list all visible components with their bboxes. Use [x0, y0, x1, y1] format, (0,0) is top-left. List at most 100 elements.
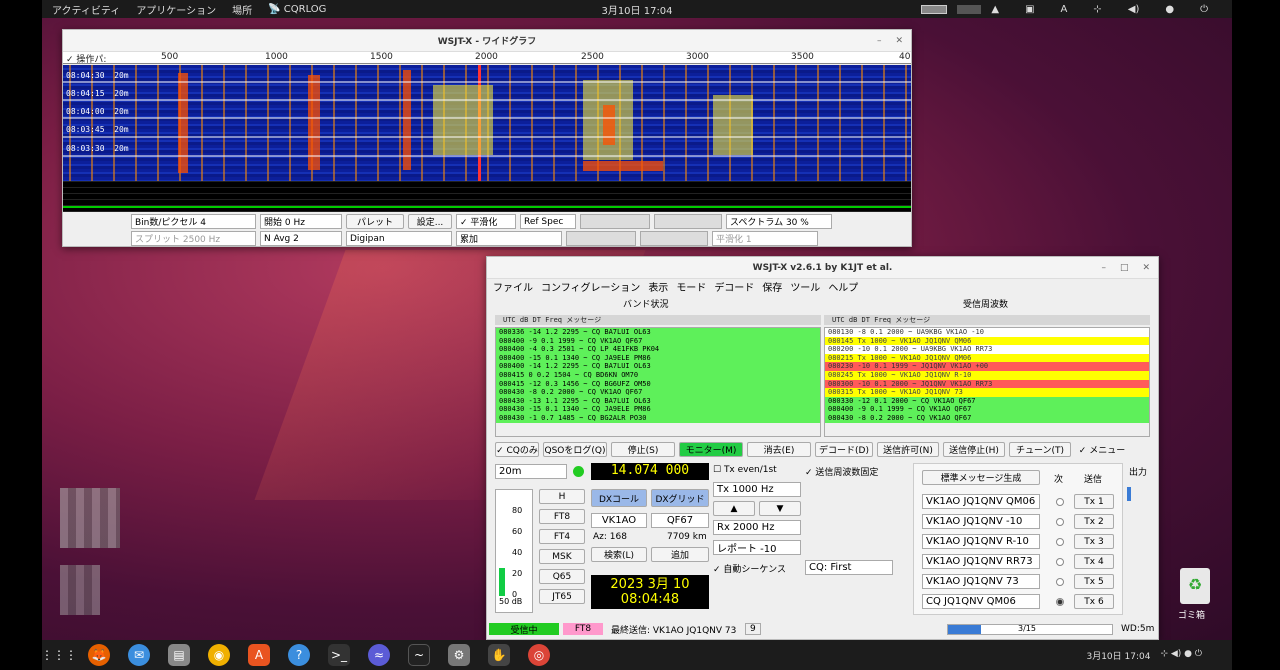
blurred-desktop-icon[interactable]: [60, 565, 100, 615]
files-icon[interactable]: ▤: [168, 644, 190, 666]
bins-per-pixel-spinbox[interactable]: Bin数/ピクセル 4: [131, 214, 256, 229]
erase-button[interactable]: 消去(E): [747, 442, 811, 457]
hold-tx-freq-checkbox[interactable]: ✓ 送信周波数固定: [805, 465, 878, 478]
software-icon[interactable]: A: [248, 644, 270, 666]
stop-button[interactable]: 停止(S): [611, 442, 675, 457]
mode-h-button[interactable]: H: [539, 489, 585, 504]
band-activity-row[interactable]: 080400 -15 0.1 1340 ~ CQ JA9ELE PM86: [496, 353, 820, 363]
smooth-checkbox[interactable]: ✓ 平滑化: [456, 214, 516, 229]
main-titlebar[interactable]: WSJT-X v2.6.1 by K1JT et al. – □ ✕: [487, 257, 1158, 279]
tx-next-radio[interactable]: [1056, 498, 1064, 506]
waterfall-display[interactable]: 08:04:30 20m 08:04:15 20m 08:04:00 20m 0…: [63, 65, 911, 194]
minimize-button[interactable]: –: [1101, 263, 1106, 273]
status-area[interactable]: ▲ ▣ A ⊹ ◀) ● ⏻: [921, 4, 1224, 15]
rhythmbox-icon[interactable]: ◉: [208, 644, 230, 666]
app-grid-icon[interactable]: ⋮⋮⋮: [41, 644, 77, 666]
menu-configuration[interactable]: コンフィグレーション: [541, 279, 640, 294]
tune-button[interactable]: チューン(T): [1009, 442, 1071, 457]
slider-zero[interactable]: [654, 214, 722, 229]
dx-grid-button[interactable]: DXグリッド: [651, 489, 709, 507]
rx-frequency-row[interactable]: 080300 -10 0.1 2000 ~ JQ1QNV VK1AO RR73: [825, 379, 1149, 389]
places-menu[interactable]: 場所: [232, 2, 252, 17]
menu-mode[interactable]: モード: [676, 279, 706, 294]
rx-frequency-row[interactable]: 080130 -8 0.1 2000 ~ UA9KBG VK1AO -10: [825, 328, 1149, 337]
tx-next-radio[interactable]: [1056, 518, 1064, 526]
ref-spec-checkbox[interactable]: Ref Spec: [520, 214, 576, 229]
tx-even-checkbox[interactable]: ☐ Tx even/1st: [713, 465, 777, 475]
help-icon[interactable]: ?: [288, 644, 310, 666]
band-activity-row[interactable]: 080430 -8 0.2 2000 ~ CQ VK1AO QF67: [496, 388, 820, 397]
menu-tools[interactable]: ツール: [790, 279, 820, 294]
cqrlog-app-menu[interactable]: 📡 CQRLOG: [268, 4, 342, 15]
band-activity-row[interactable]: 080400 -14 1.2 2295 ~ CQ BA7LUI OL63: [496, 362, 820, 371]
report-spinbox[interactable]: レポート -10: [713, 540, 801, 555]
tx-message-input[interactable]: VK1AO JQ1QNV QM06: [922, 494, 1040, 509]
editor-icon[interactable]: ≈: [368, 644, 390, 666]
tx-down-arrow-icon[interactable]: ▼: [759, 501, 801, 516]
rx-frequency-row[interactable]: 080200 -10 0.1 2000 ~ UA9KBG VK1AO RR73: [825, 345, 1149, 354]
cq-only-checkbox[interactable]: ✓ CQのみ: [495, 442, 539, 457]
band-activity-row[interactable]: 080430 -15 0.1 1340 ~ CQ JA9ELE PM86: [496, 405, 820, 414]
band-activity-row[interactable]: 080336 -14 1.2 2295 ~ CQ BA7LUI OL63: [496, 328, 820, 337]
thunderbird-icon[interactable]: ✉: [128, 644, 150, 666]
minimize-button[interactable]: –: [877, 36, 882, 46]
cq-first-select[interactable]: CQ: First: [805, 560, 893, 575]
tx-message-input[interactable]: VK1AO JQ1QNV R-10: [922, 534, 1040, 549]
applications-menu[interactable]: アプリケーション: [136, 2, 216, 17]
wsjtx-icon[interactable]: ✋: [488, 644, 510, 666]
rx-freq-spinbox[interactable]: Rx 2000 Hz: [713, 520, 801, 535]
menu-decode[interactable]: デコード: [714, 279, 754, 294]
settings-button[interactable]: 設定...: [408, 214, 452, 229]
slider-gain[interactable]: [580, 214, 650, 229]
rx-frequency-row[interactable]: 080430 -8 0.2 2000 ~ CQ VK1AO QF67: [825, 413, 1149, 423]
activities-button[interactable]: アクティビティ: [52, 2, 120, 17]
slider-spec-gain[interactable]: [566, 231, 636, 246]
smooth-spinbox[interactable]: 平滑化 1: [712, 231, 818, 246]
close-button[interactable]: ✕: [1142, 263, 1150, 273]
dx-grid-input[interactable]: QF67: [651, 513, 709, 528]
tx-next-radio[interactable]: [1056, 578, 1064, 586]
lookup-button[interactable]: 検索(L): [591, 547, 647, 562]
band-activity-row[interactable]: 080400 -9 0.1 1999 ~ CQ VK1AO QF67: [496, 336, 820, 346]
spectrum-mode-select[interactable]: 累加: [456, 231, 562, 246]
rx-frequency-row[interactable]: 080245 Tx 1000 ~ VK1AO JQ1QNV R-10: [825, 370, 1149, 380]
enable-tx-button[interactable]: 送信許可(N): [877, 442, 939, 457]
band-activity-row[interactable]: 080415 -12 0.3 1456 ~ CQ BG6UFZ OM50: [496, 379, 820, 389]
trash-icon[interactable]: ♻: [1180, 568, 1210, 604]
split-spinbox[interactable]: スプリット 2500 Hz: [131, 231, 256, 246]
mode-ft8-button[interactable]: FT8: [539, 509, 585, 524]
tx-message-input[interactable]: VK1AO JQ1QNV RR73: [922, 554, 1040, 569]
start-freq-spinbox[interactable]: 開始 0 Hz: [260, 214, 342, 229]
band-activity-row[interactable]: 080430 -1 0.7 1485 ~ CQ BG2ALR PO30: [496, 413, 820, 423]
spectrum-display[interactable]: [63, 181, 911, 212]
tx-next-radio[interactable]: [1056, 558, 1064, 566]
firefox-icon[interactable]: 🦊: [88, 644, 110, 666]
frequency-scale[interactable]: ✓ 操作パ: 500 1000 1500 2000 2500 3000 3500…: [63, 52, 911, 65]
menu-file[interactable]: ファイル: [493, 279, 533, 294]
rx-frequency-row[interactable]: 080230 -10 0.1 1999 ~ JQ1QNV VK1AO +00: [825, 362, 1149, 371]
menu-save[interactable]: 保存: [762, 279, 782, 294]
tx-next-radio[interactable]: [1056, 598, 1064, 606]
palette-select[interactable]: Digipan: [346, 231, 452, 246]
rx-frequency-row[interactable]: 080215 Tx 1000 ~ VK1AO JQ1QNV QM06: [825, 353, 1149, 363]
tx-message-input[interactable]: CQ JQ1QNV QM06: [922, 594, 1040, 609]
rx-frequency-row[interactable]: 080315 Tx 1000 ~ VK1AO JQ1QNV 73: [825, 388, 1149, 397]
op-panel-toggle[interactable]: ✓ 操作パ:: [66, 52, 106, 65]
monitor-button[interactable]: モニター(M): [679, 442, 743, 457]
settings-icon[interactable]: ⚙: [448, 644, 470, 666]
rx-frequency-row[interactable]: 080400 -9 0.1 1999 ~ CQ VK1AO QF67: [825, 405, 1149, 414]
auto-seq-checkbox[interactable]: ✓ 自動シーケンス: [713, 562, 786, 575]
slider-spec-zero[interactable]: [640, 231, 708, 246]
mode-jt65-button[interactable]: JT65: [539, 589, 585, 604]
close-button[interactable]: ✕: [895, 36, 903, 46]
tx-message-input[interactable]: VK1AO JQ1QNV -10: [922, 514, 1040, 529]
menus-checkbox[interactable]: ✓ メニュー: [1075, 442, 1129, 457]
output-slider[interactable]: [1127, 487, 1131, 501]
dx-call-input[interactable]: VK1AO: [591, 513, 647, 528]
tx-send-button[interactable]: Tx 6: [1074, 594, 1114, 609]
menu-help[interactable]: ヘルプ: [828, 279, 858, 294]
halt-tx-button[interactable]: 送信停止(H): [943, 442, 1005, 457]
band-activity-row[interactable]: 080400 -4 0.3 2501 ~ CQ LP 4E1FKB PK04: [496, 345, 820, 354]
tx-up-arrow-icon[interactable]: ▲: [713, 501, 755, 516]
generate-messages-button[interactable]: 標準メッセージ生成: [922, 470, 1040, 485]
